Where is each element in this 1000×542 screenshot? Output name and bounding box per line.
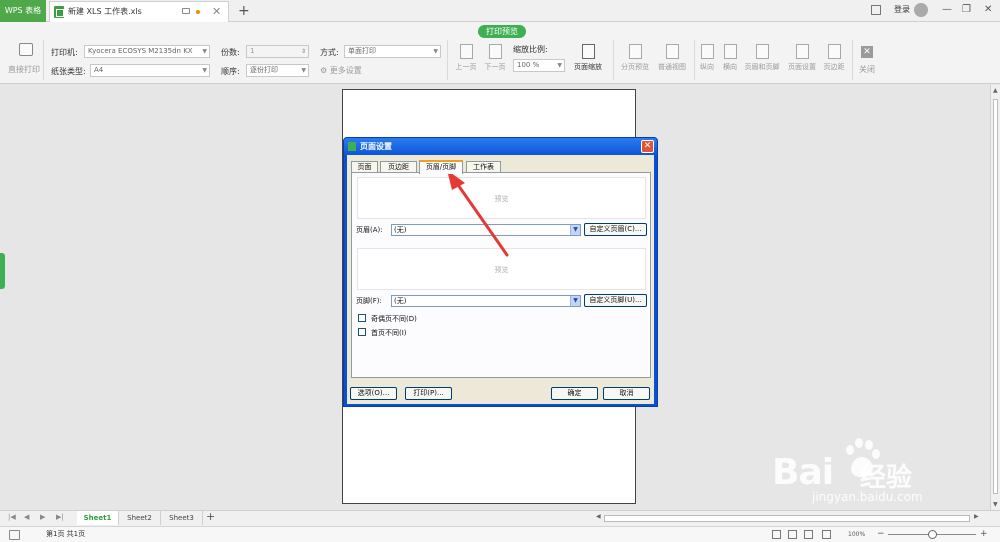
- status-bar: 第1页 共1页 100% − +: [0, 526, 1000, 542]
- scroll-left-icon[interactable]: ◀: [596, 513, 601, 520]
- fullscreen-icon[interactable]: [822, 530, 831, 539]
- first-sheet-icon[interactable]: |◀: [8, 513, 16, 521]
- watermark-brand: Bai: [772, 452, 834, 493]
- macro-icon[interactable]: [9, 530, 20, 540]
- watermark-site-name: 经验: [860, 463, 913, 493]
- sheet-tab-bar: |◀ ◀ ▶ ▶| Sheet1 Sheet2 Sheet3 + ◀ ▶: [0, 510, 1000, 526]
- scroll-right-icon[interactable]: ▶: [974, 513, 979, 520]
- page-break-view-icon[interactable]: [804, 530, 813, 539]
- watermark-url: jingyan.baidu.com: [812, 490, 923, 504]
- zoom-out-icon[interactable]: −: [877, 527, 885, 541]
- sheet-tab-2[interactable]: Sheet2: [119, 511, 161, 525]
- horizontal-scrollbar[interactable]: [604, 515, 970, 522]
- zoom-in-icon[interactable]: +: [980, 527, 988, 541]
- page-count: 第1页 共1页: [46, 530, 86, 538]
- normal-view-icon[interactable]: [772, 530, 781, 539]
- sheet-tab-1[interactable]: Sheet1: [77, 511, 119, 525]
- tab-header-footer[interactable]: 页眉/页脚: [419, 160, 463, 174]
- zoom-slider-thumb[interactable]: [928, 530, 937, 539]
- page-layout-icon[interactable]: [788, 530, 797, 539]
- last-sheet-icon[interactable]: ▶|: [56, 513, 64, 521]
- prev-sheet-icon[interactable]: ◀: [24, 513, 29, 521]
- sheet-tab-3[interactable]: Sheet3: [161, 511, 203, 525]
- add-sheet-icon[interactable]: +: [206, 510, 215, 523]
- next-sheet-icon[interactable]: ▶: [40, 513, 45, 521]
- zoom-percent[interactable]: 100%: [848, 527, 865, 542]
